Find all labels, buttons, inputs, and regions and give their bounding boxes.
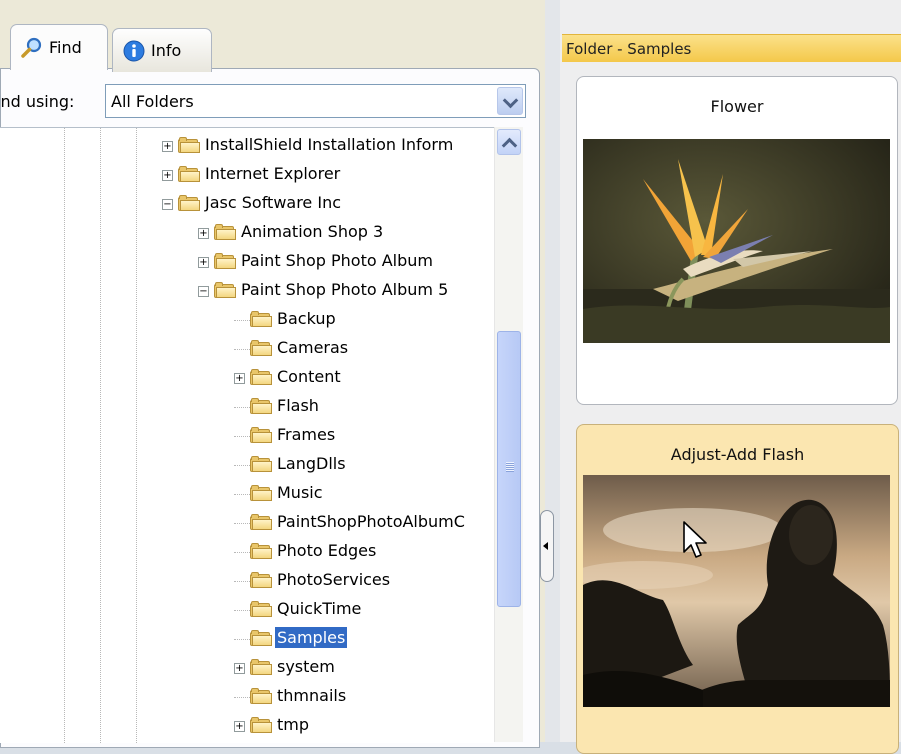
folder-icon bbox=[178, 195, 200, 212]
tree-node[interactable]: Frames bbox=[0, 422, 494, 450]
tree-node-label[interactable]: tmp bbox=[275, 714, 311, 735]
folder-icon bbox=[250, 601, 272, 618]
navigation-panel: Find Info ind using: All Folders + Instal… bbox=[0, 0, 545, 748]
folder-icon bbox=[250, 543, 272, 560]
magnifier-icon bbox=[21, 37, 43, 59]
tree-node[interactable]: + tmp bbox=[0, 712, 494, 740]
tree-node-label[interactable]: InstallShield Installation Inform bbox=[203, 134, 455, 155]
mouse-cursor-icon bbox=[683, 521, 707, 558]
tree-node-label[interactable]: Flash bbox=[275, 395, 321, 416]
tree-node-label[interactable]: thmnails bbox=[275, 685, 348, 706]
tab-info-label: Info bbox=[151, 41, 182, 60]
folder-icon bbox=[250, 456, 272, 473]
flower-photo bbox=[583, 139, 890, 343]
folder-icon bbox=[250, 369, 272, 386]
find-using-value: All Folders bbox=[111, 91, 194, 111]
tree-node[interactable]: thmnails bbox=[0, 683, 494, 711]
tree-node[interactable]: − Jasc Software Inc bbox=[0, 190, 494, 218]
folder-icon bbox=[250, 311, 272, 328]
info-icon bbox=[123, 40, 145, 62]
tree-node-label[interactable]: PhotoServices bbox=[275, 569, 392, 590]
tree-node[interactable]: Backup bbox=[0, 306, 494, 334]
expand-icon[interactable]: + bbox=[198, 228, 209, 239]
tree-node-label[interactable]: Frames bbox=[275, 424, 337, 445]
tree-scrollbar[interactable] bbox=[494, 127, 523, 742]
collapse-arrow-icon[interactable] bbox=[540, 510, 554, 582]
folder-icon bbox=[250, 340, 272, 357]
tree-node[interactable]: + Animation Shop 3 bbox=[0, 219, 494, 247]
tree-node[interactable]: + Content bbox=[0, 364, 494, 392]
tree-node-label[interactable]: Internet Explorer bbox=[203, 163, 342, 184]
folder-tree[interactable]: + InstallShield Installation Inform + Inter… bbox=[0, 127, 494, 743]
scroll-up-button[interactable] bbox=[497, 129, 521, 155]
find-using-label: ind using: bbox=[0, 91, 75, 111]
tree-node[interactable]: − Paint Shop Photo Album 5 bbox=[0, 277, 494, 305]
tab-info[interactable]: Info bbox=[112, 28, 212, 72]
folder-icon bbox=[250, 572, 272, 589]
collapse-icon[interactable]: − bbox=[198, 286, 209, 297]
tree-node[interactable]: + Internet Explorer bbox=[0, 161, 494, 189]
tree-node[interactable]: Samples bbox=[0, 625, 494, 653]
tree-node-label[interactable]: Content bbox=[275, 366, 343, 387]
folder-icon bbox=[178, 166, 200, 183]
folder-icon bbox=[250, 659, 272, 676]
tree-node-label[interactable]: Samples bbox=[275, 627, 348, 648]
folder-icon bbox=[250, 630, 272, 647]
folder-icon bbox=[250, 717, 272, 734]
tree-node[interactable]: Photo Edges bbox=[0, 538, 494, 566]
tree-node-label[interactable]: Paint Shop Photo Album 5 bbox=[239, 279, 450, 300]
tree-node-label[interactable]: Paint Shop Photo Album bbox=[239, 250, 435, 271]
panel-splitter[interactable] bbox=[540, 0, 560, 742]
tree-node-label[interactable]: LangDlls bbox=[275, 453, 348, 474]
tree-node[interactable]: Cameras bbox=[0, 335, 494, 363]
folder-icon bbox=[250, 514, 272, 531]
folder-icon bbox=[250, 688, 272, 705]
tree-node-label[interactable]: Photo Edges bbox=[275, 540, 378, 561]
tree-node-label[interactable]: Backup bbox=[275, 308, 338, 329]
thumbnail-card-adjust-add-flash[interactable]: Adjust-Add Flash bbox=[576, 424, 899, 754]
folder-icon bbox=[178, 137, 200, 154]
expand-icon[interactable]: + bbox=[198, 257, 209, 268]
collapse-icon[interactable]: − bbox=[162, 199, 173, 210]
tree-node[interactable]: + InstallShield Installation Inform bbox=[0, 132, 494, 160]
scroll-grip-icon bbox=[506, 462, 514, 472]
tree-node[interactable]: PaintShopPhotoAlbumC bbox=[0, 509, 494, 537]
tab-find[interactable]: Find bbox=[10, 24, 108, 70]
thumbnail-card-flower[interactable]: Flower bbox=[576, 76, 898, 405]
tree-node-label[interactable]: PaintShopPhotoAlbumC bbox=[275, 511, 467, 532]
find-using-select[interactable]: All Folders bbox=[105, 84, 526, 118]
folder-icon bbox=[214, 282, 236, 299]
thumbnail-title: Flower bbox=[710, 97, 764, 116]
expand-icon[interactable]: + bbox=[234, 721, 245, 732]
chevron-down-icon[interactable] bbox=[497, 87, 523, 115]
tree-node-label[interactable]: Jasc Software Inc bbox=[203, 192, 343, 213]
folder-icon bbox=[250, 398, 272, 415]
tree-node[interactable]: Flash bbox=[0, 393, 494, 421]
tree-node[interactable]: Music bbox=[0, 480, 494, 508]
thumbnail-title: Adjust-Add Flash bbox=[670, 445, 805, 464]
expand-icon[interactable]: + bbox=[162, 170, 173, 181]
expand-icon[interactable]: + bbox=[234, 373, 245, 384]
tab-find-label: Find bbox=[49, 38, 82, 57]
folder-icon bbox=[214, 253, 236, 270]
folder-header: Folder - Samples bbox=[562, 34, 901, 62]
tree-node-label[interactable]: QuickTime bbox=[275, 598, 363, 619]
tree-node-label[interactable]: Cameras bbox=[275, 337, 350, 358]
tree-node-label[interactable]: Animation Shop 3 bbox=[239, 221, 385, 242]
expand-icon[interactable]: + bbox=[234, 663, 245, 674]
tree-node[interactable]: + Paint Shop Photo Album bbox=[0, 248, 494, 276]
tree-node[interactable]: LangDlls bbox=[0, 451, 494, 479]
folder-icon bbox=[250, 427, 272, 444]
expand-icon[interactable]: + bbox=[162, 141, 173, 152]
scroll-thumb[interactable] bbox=[497, 331, 521, 607]
tree-node-label[interactable]: system bbox=[275, 656, 337, 677]
folder-icon bbox=[214, 224, 236, 241]
tree-node[interactable]: PhotoServices bbox=[0, 567, 494, 595]
tree-node-label[interactable]: Music bbox=[275, 482, 325, 503]
tree-node[interactable]: + system bbox=[0, 654, 494, 682]
folder-icon bbox=[250, 485, 272, 502]
find-using-row: ind using: All Folders bbox=[0, 82, 538, 120]
tree-node[interactable]: QuickTime bbox=[0, 596, 494, 624]
buddha-photo bbox=[583, 475, 890, 707]
